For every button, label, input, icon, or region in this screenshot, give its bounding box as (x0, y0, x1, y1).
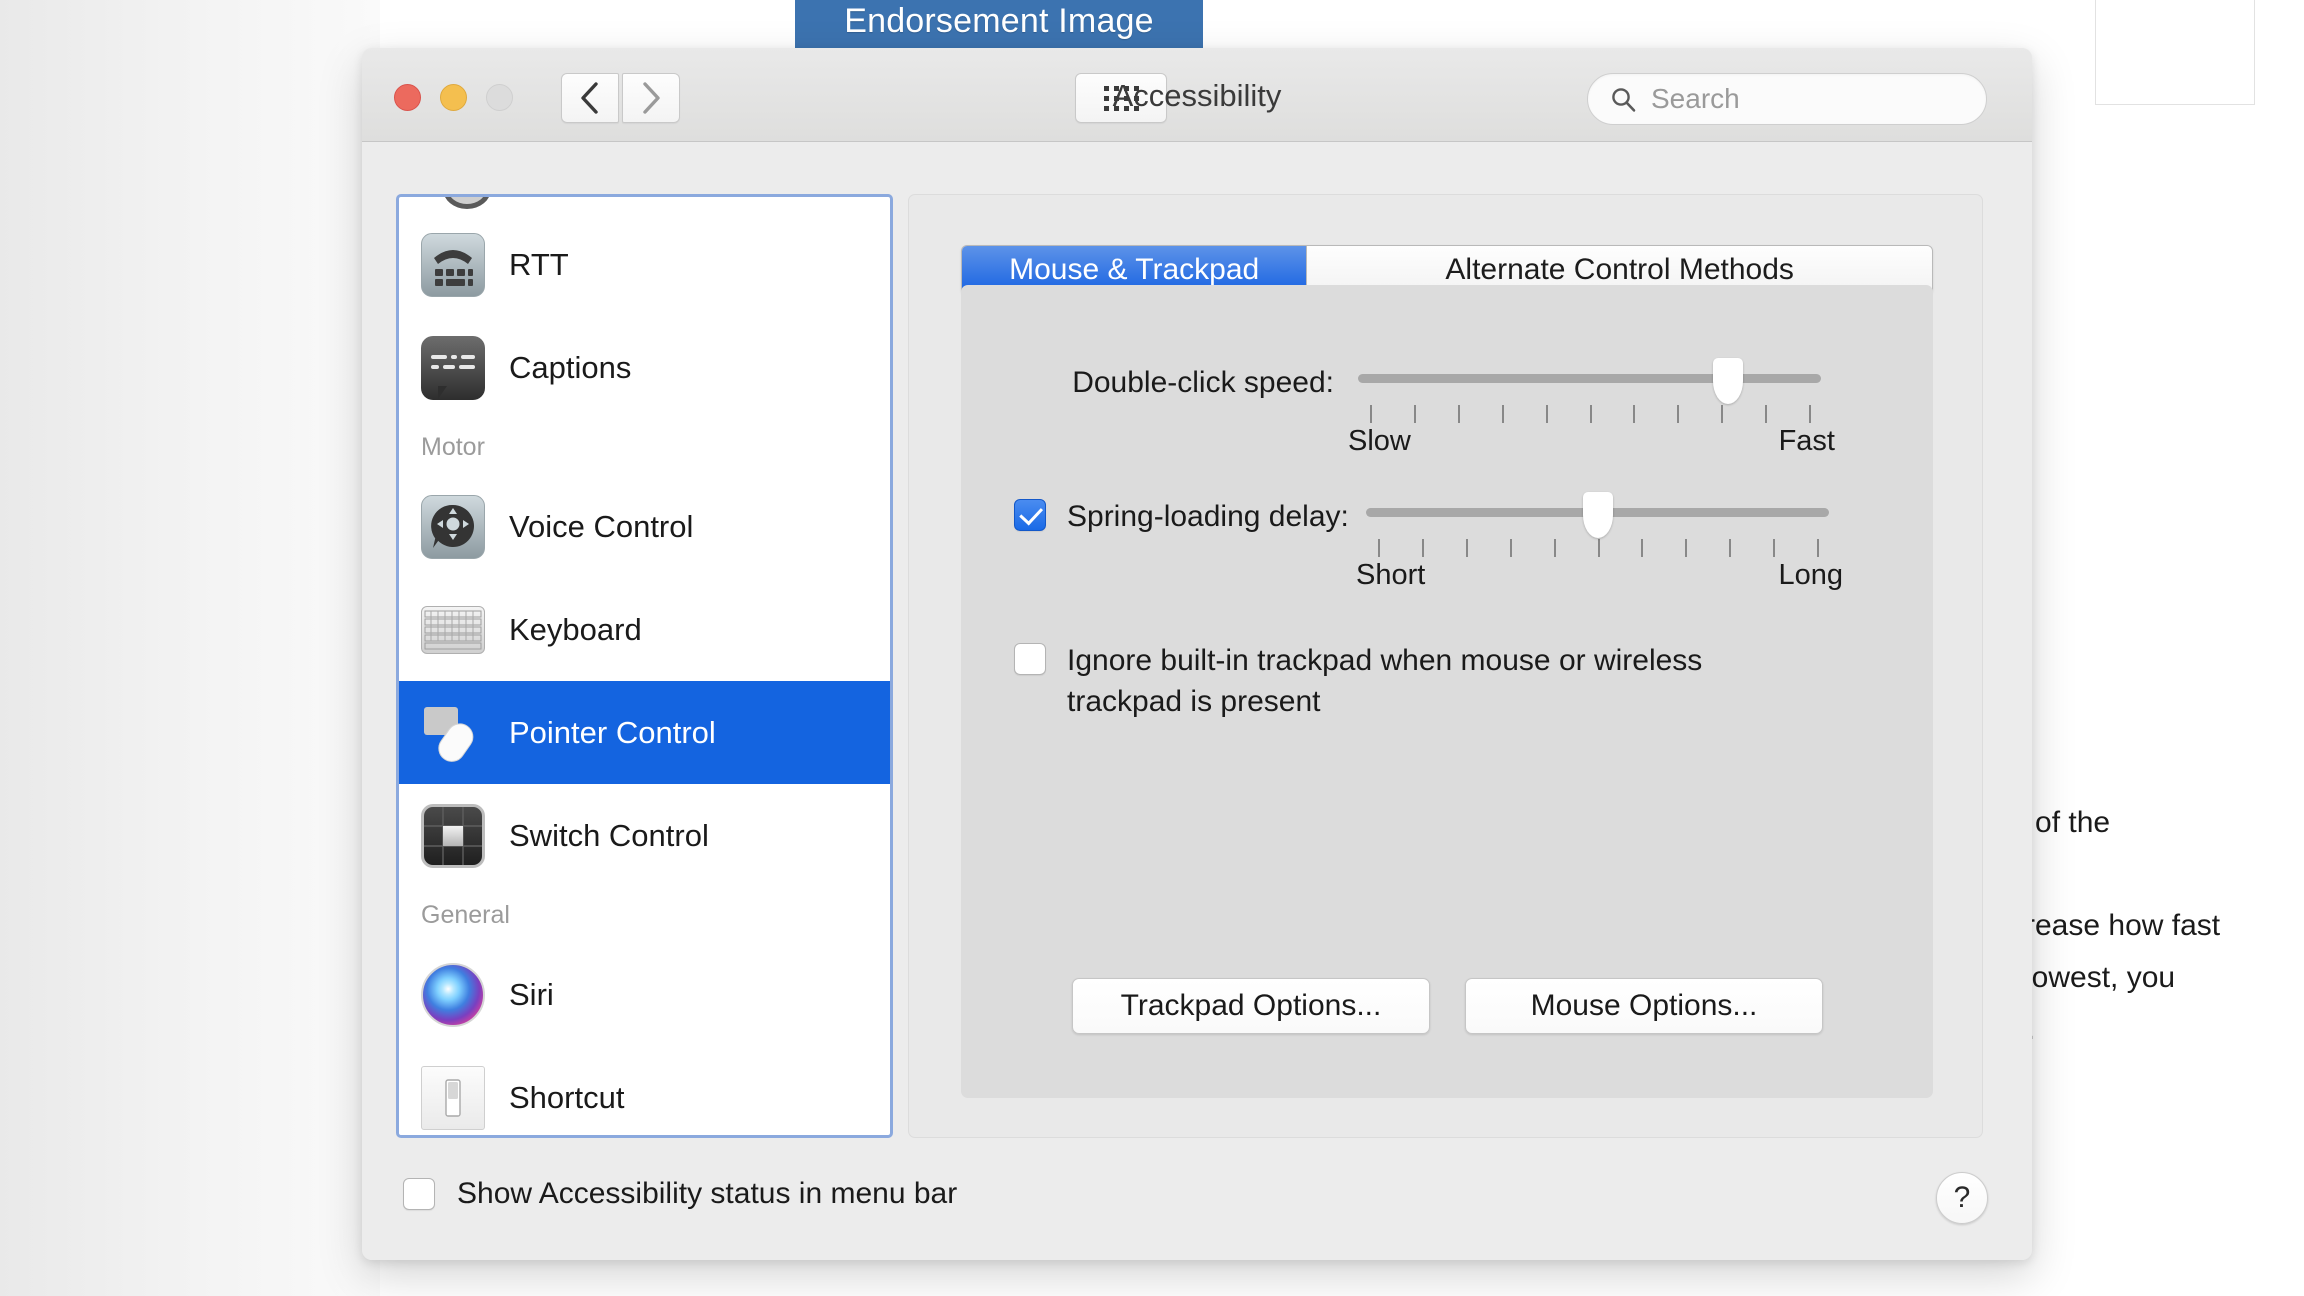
sidebar-item-label: Keyboard (509, 611, 642, 647)
sidebar-item-pointer-control[interactable]: Pointer Control (399, 681, 890, 784)
slider-tick (1501, 405, 1504, 423)
slider-tick (1765, 405, 1768, 423)
sidebar-item-rtt[interactable]: RTT (399, 213, 890, 316)
slider-tick (1553, 539, 1556, 557)
background-text-line-3: slowest, you (2010, 961, 2176, 994)
search-icon (1612, 87, 1636, 112)
slider-tick (1729, 539, 1732, 557)
double-click-speed-label: Double-click speed: (1072, 366, 1334, 399)
sidebar-item-shortcut[interactable]: Shortcut (399, 1046, 890, 1135)
spring-loading-max-label: Long (1778, 559, 1843, 591)
slider-thumb[interactable] (1582, 492, 1613, 538)
show-accessibility-status-row: Show Accessibility status in menu bar (403, 1177, 957, 1211)
double-click-min-label: Slow (1348, 425, 1411, 457)
double-click-max-label: Fast (1778, 425, 1835, 457)
search-placeholder: Search (1651, 83, 1740, 114)
slider-tick (1545, 405, 1548, 423)
slider-tick (1413, 405, 1416, 423)
sidebar-group-motor: Motor (421, 432, 485, 461)
sidebar-item-label: Shortcut (509, 1079, 625, 1115)
show-accessibility-status-label: Show Accessibility status in menu bar (457, 1177, 958, 1210)
sidebar-item-siri[interactable]: Siri (399, 943, 890, 1046)
sidebar-item-label: RTT (509, 246, 569, 282)
slider-tick (1721, 405, 1724, 423)
background-document-card (2095, 0, 2255, 105)
slider-tick (1589, 405, 1592, 423)
shortcut-icon (421, 1065, 485, 1130)
slider-tick (1597, 539, 1600, 557)
window-titlebar: Accessibility Search (362, 48, 2032, 142)
mouse-options-button[interactable]: Mouse Options... (1465, 978, 1823, 1034)
slider-tick (1457, 405, 1460, 423)
slider-tick (1685, 539, 1688, 557)
slider-ticks (1358, 405, 1821, 423)
voice-control-icon (421, 494, 485, 559)
help-button[interactable]: ? (1936, 1172, 1988, 1224)
sidebar-item-voice-control[interactable]: Voice Control (399, 475, 890, 578)
ignore-trackpad-row: Ignore built-in trackpad when mouse or w… (1014, 640, 1824, 722)
background-text-line-1: e of the (2010, 806, 2111, 839)
slider-tick (1641, 539, 1644, 557)
partial-scrolled-icon (399, 197, 890, 213)
siri-icon (421, 962, 485, 1027)
rtt-icon (421, 232, 485, 297)
desktop-background-left (0, 0, 380, 1296)
slider-tick (1677, 405, 1680, 423)
double-click-speed-row: Double-click speed: Slow Fast (1014, 358, 1835, 457)
slider-tick (1465, 539, 1468, 557)
background-text-line-2: crease how fast (2010, 909, 2221, 942)
screen-root: Endorsement Image e of the crease how fa… (0, 0, 2304, 1296)
slider-tick (1773, 539, 1776, 557)
slider-track (1358, 374, 1821, 383)
spring-loading-checkbox[interactable] (1014, 499, 1046, 531)
sidebar-item-keyboard[interactable]: Keyboard (399, 578, 890, 681)
slider-tick (1633, 405, 1636, 423)
slider-tick (1509, 539, 1512, 557)
slider-tick (1809, 405, 1811, 423)
sidebar-item-label: Switch Control (509, 817, 709, 853)
keyboard-icon (421, 598, 485, 662)
sidebar-item-label: Voice Control (509, 508, 694, 544)
sidebar-group-general: General (421, 900, 510, 929)
sidebar-item-label: Siri (509, 976, 554, 1012)
slider-tick (1421, 539, 1424, 557)
search-input[interactable]: Search (1587, 73, 1987, 125)
spring-loading-min-label: Short (1356, 559, 1426, 591)
sidebar-item-label: Pointer Control (509, 714, 716, 750)
spring-loading-delay-row: Spring-loading delay: Short Long (1014, 492, 1843, 591)
spring-loading-delay-label: Spring-loading delay: (1067, 500, 1349, 533)
ignore-trackpad-label: Ignore built-in trackpad when mouse or w… (1067, 644, 1703, 718)
endorsement-image-banner: Endorsement Image (795, 0, 1203, 50)
slider-thumb[interactable] (1713, 358, 1744, 404)
sidebar-item-label: Captions (509, 349, 632, 385)
slider-tick (1378, 539, 1380, 557)
slider-ticks (1366, 539, 1829, 557)
background-text-line-4: g. (2010, 1004, 2304, 1056)
captions-icon (421, 335, 485, 400)
sidebar-item-switch-control[interactable]: Switch Control (399, 784, 890, 887)
slider-tick (1370, 405, 1372, 423)
sidebar-item-captions[interactable]: Captions (399, 316, 890, 419)
trackpad-options-button[interactable]: Trackpad Options... (1072, 978, 1430, 1034)
pointer-control-icon (421, 701, 485, 765)
accessibility-category-sidebar[interactable]: RTT Captions Motor Voice Control Keyboar… (396, 194, 893, 1138)
show-accessibility-status-checkbox[interactable] (403, 1178, 435, 1210)
switch-control-icon (421, 803, 485, 868)
slider-tick (1817, 539, 1819, 557)
ignore-trackpad-checkbox[interactable] (1014, 643, 1046, 675)
